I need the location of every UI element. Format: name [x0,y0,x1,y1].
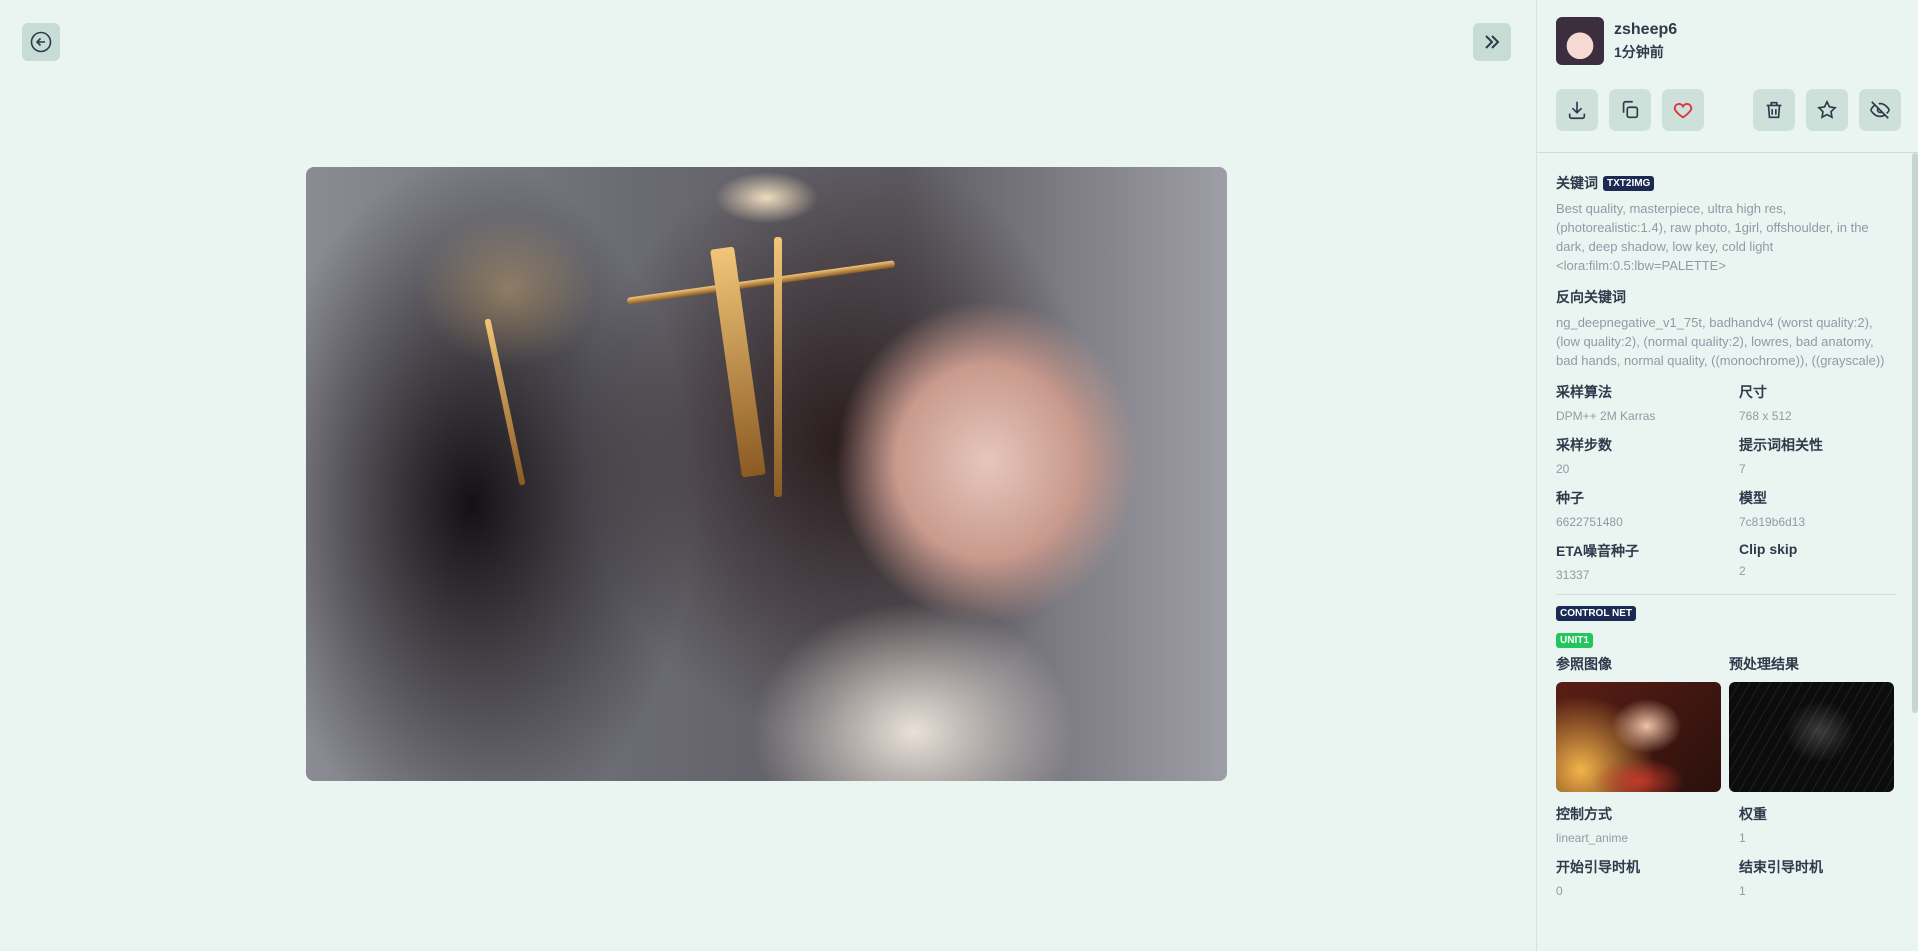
param-key: 尺寸 [1739,384,1767,400]
copy-button[interactable] [1609,89,1651,131]
param-key: 开始引导时机 [1556,859,1640,875]
download-icon [1568,101,1586,120]
param-key: 种子 [1556,490,1584,506]
param-key: 模型 [1739,490,1767,506]
param-guidance-end: 结束引导时机 1 [1739,857,1896,898]
author-info: zsheep6 1分钟前 [1556,17,1677,65]
back-circle-icon [30,31,52,53]
param-value: 0 [1556,884,1563,898]
param-key: Clip skip [1739,541,1798,557]
delete-button[interactable] [1753,89,1795,131]
param-value: 1 [1739,831,1746,845]
param-key: 控制方式 [1556,806,1612,822]
controlnet-section: CONTROL NET UNIT1 参照图像 预处理结果 控制方式 linear… [1556,603,1896,898]
prompt-title: 关键词 TXT2IMG [1556,173,1896,193]
param-steps: 采样步数 20 [1556,435,1739,476]
param-size: 尺寸 768 x 512 [1739,382,1896,423]
param-key: 结束引导时机 [1739,859,1823,875]
trash-icon [1766,101,1782,119]
preprocess-image[interactable] [1729,682,1894,792]
param-value: DPM++ 2M Karras [1556,409,1656,423]
param-value: lineart_anime [1556,831,1629,845]
back-button[interactable] [22,23,60,61]
negative-prompt-title: 反向关键词 [1556,287,1896,307]
download-button[interactable] [1556,89,1598,131]
param-model: 模型 7c819b6d13 [1739,488,1896,529]
panel-scrollbar[interactable] [1912,153,1918,713]
param-value: 31337 [1556,568,1590,582]
param-value: 768 x 512 [1739,409,1792,423]
param-value: 1 [1739,884,1746,898]
like-button[interactable] [1662,89,1704,131]
collapse-panel-button[interactable] [1473,23,1511,61]
heart-icon [1673,103,1693,119]
avatar[interactable] [1556,17,1604,65]
detail-panel: zsheep6 1分钟前 关键词 TXT2IMG Best quality, m… [1536,0,1918,951]
param-value: 20 [1556,462,1570,476]
star-icon [1817,99,1837,119]
negative-prompt-text[interactable]: ng_deepnegative_v1_75t, badhandv4 (worst… [1556,313,1896,370]
param-key: 采样算法 [1556,384,1612,400]
controlnet-params: 控制方式 lineart_anime 权重 1 开始引导时机 0 结束引导时机 … [1556,804,1896,898]
param-value: 2 [1739,564,1746,578]
generated-image[interactable] [306,167,1227,781]
reference-image-label: 参照图像 [1556,656,1612,672]
unit-badge: UNIT1 [1556,633,1593,648]
param-key: 提示词相关性 [1739,437,1823,453]
param-eta-seed: ETA噪音种子 31337 [1556,541,1739,582]
param-seed: 种子 6622751480 [1556,488,1739,529]
mode-badge: TXT2IMG [1603,175,1655,191]
controlnet-badge: CONTROL NET [1556,606,1637,621]
param-weight: 权重 1 [1739,804,1896,845]
reference-image[interactable] [1556,682,1721,792]
param-value: 7c819b6d13 [1739,515,1806,529]
generation-info: 关键词 TXT2IMG Best quality, masterpiece, u… [1556,173,1896,898]
param-grid: 采样算法 DPM++ 2M Karras 尺寸 768 x 512 采样步数 2… [1556,382,1896,582]
favorite-button[interactable] [1806,89,1848,131]
param-key: 权重 [1739,806,1767,822]
param-value: 6622751480 [1556,515,1623,529]
section-divider [1556,594,1896,595]
param-cfg: 提示词相关性 7 [1739,435,1896,476]
prompt-label: 关键词 [1556,175,1598,191]
image-viewer [0,0,1536,951]
negative-prompt-label: 反向关键词 [1556,289,1626,305]
header-divider [1537,152,1918,153]
copy-icon [1622,100,1639,119]
prompt-text[interactable]: Best quality, masterpiece, ultra high re… [1556,199,1896,275]
param-value: 7 [1739,462,1746,476]
post-time: 1分钟前 [1614,43,1664,60]
preprocess-result-label: 预处理结果 [1729,656,1799,672]
eye-off-icon [1869,101,1891,119]
param-key: ETA噪音种子 [1556,543,1639,559]
param-guidance-start: 开始引导时机 0 [1556,857,1739,898]
param-control-type: 控制方式 lineart_anime [1556,804,1739,845]
param-clip-skip: Clip skip 2 [1739,541,1896,582]
double-chevron-right-icon [1485,35,1500,49]
param-key: 采样步数 [1556,437,1612,453]
hide-button[interactable] [1859,89,1901,131]
param-sampler: 采样算法 DPM++ 2M Karras [1556,382,1739,423]
username[interactable]: zsheep6 [1614,21,1677,39]
